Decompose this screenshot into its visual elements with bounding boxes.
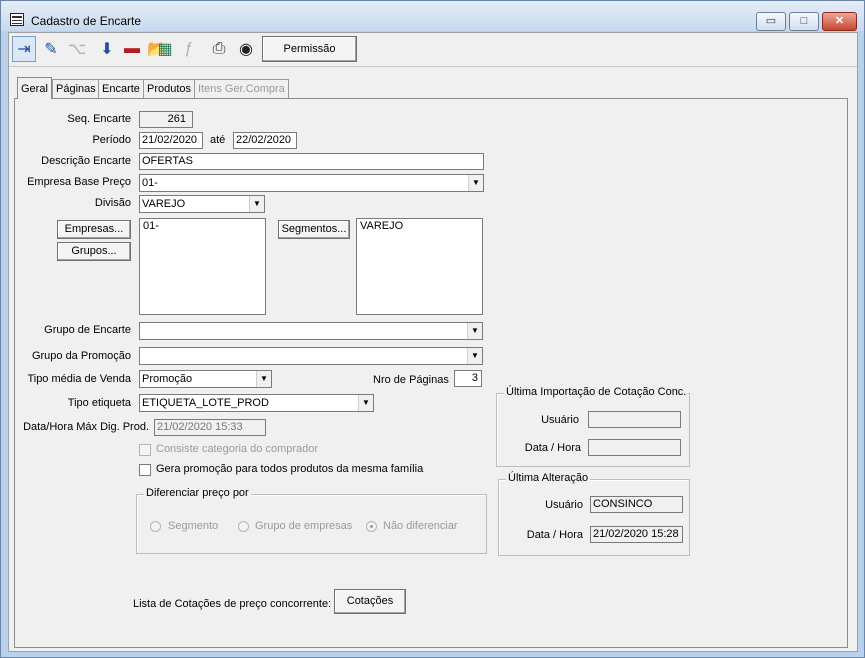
grupo-promocao-label: Grupo da Promoção <box>31 350 131 362</box>
tipo-etiqueta-select[interactable]: ETIQUETA_LOTE_PROD ▼ <box>139 394 374 412</box>
ate-label: até <box>210 134 226 146</box>
tab-itens-ger-compra[interactable]: Itens Ger.Compra <box>194 79 289 98</box>
print-icon[interactable]: ⎙ <box>207 36 231 62</box>
camera-icon[interactable]: ◉ <box>234 36 258 62</box>
consiste-label: Consiste categoria do comprador <box>156 443 319 455</box>
toolbar: ⇥ ✎ ⌥ ⬇ ▬ 📂 ▦ ƒ ⎙ ◉ Permissão <box>9 33 857 67</box>
empresas-button[interactable]: Empresas... <box>57 220 131 239</box>
fx-icon[interactable]: ƒ <box>177 36 201 62</box>
empresas-list[interactable]: 01- <box>139 218 266 315</box>
app-window: Cadastro de Encarte ▭ □ ✕ ⇥ ✎ ⌥ ⬇ ▬ 📂 ▦ … <box>0 0 865 658</box>
close-button[interactable]: ✕ <box>822 12 857 31</box>
segmentos-button[interactable]: Segmentos... <box>278 220 350 239</box>
datahora-max-label: Data/Hora Máx Dig. Prod. <box>23 421 149 433</box>
diferenciar-title: Diferenciar preço por <box>144 487 251 499</box>
radio-grupo-empresas-label: Grupo de empresas <box>255 520 353 532</box>
ultima-importacao-group: Última Importação de Cotação Conc. Usuár… <box>496 386 690 467</box>
exit-icon[interactable]: ⇥ <box>12 36 36 62</box>
geral-page: Seq. Encarte 261 Período 21/02/2020 até … <box>14 98 848 648</box>
empresa-select[interactable]: 01- ▼ <box>139 174 484 192</box>
divisao-label: Divisão <box>94 197 131 209</box>
grupo-promocao-select[interactable]: ▼ <box>139 347 483 365</box>
imp-usuario-field <box>588 411 681 428</box>
tipo-media-value: Promoção <box>142 373 193 385</box>
imp-datahora-field <box>588 439 681 456</box>
imp-usuario-label: Usuário <box>541 414 579 426</box>
radio-nao-diferenciar[interactable] <box>366 521 377 532</box>
chevron-down-icon[interactable]: ▼ <box>358 395 373 411</box>
tab-produtos[interactable]: Produtos <box>143 79 196 98</box>
alt-usuario-label: Usuário <box>545 499 583 511</box>
radio-nao-diferenciar-label: Não diferenciar <box>383 520 458 532</box>
gera-checkbox[interactable] <box>139 464 151 476</box>
alt-usuario-field: CONSINCO <box>590 496 683 513</box>
segmentos-list[interactable]: VAREJO <box>356 218 483 315</box>
nro-paginas-label: Nro de Páginas <box>373 374 449 386</box>
client-area: ⇥ ✎ ⌥ ⬇ ▬ 📂 ▦ ƒ ⎙ ◉ Permissão Geral Pági… <box>8 32 858 652</box>
consiste-checkbox[interactable] <box>139 444 151 456</box>
alt-datahora-field: 21/02/2020 15:28 <box>590 526 683 543</box>
periodo-from-field[interactable]: 21/02/2020 <box>139 132 203 149</box>
list-item[interactable]: 01- <box>143 220 262 232</box>
chevron-down-icon[interactable]: ▼ <box>249 196 264 212</box>
periodo-label: Período <box>92 134 131 146</box>
chevron-down-icon[interactable]: ▼ <box>467 348 482 364</box>
cotacoes-label: Lista de Cotações de preço concorrente: <box>133 598 332 610</box>
descricao-label: Descrição Encarte <box>41 155 131 167</box>
tab-paginas[interactable]: Páginas <box>52 79 100 98</box>
datahora-max-field: 21/02/2020 15:33 <box>154 419 266 436</box>
grupo-encarte-select[interactable]: ▼ <box>139 322 483 340</box>
nro-paginas-field[interactable]: 3 <box>454 370 482 387</box>
tipo-media-select[interactable]: Promoção ▼ <box>139 370 272 388</box>
import-icon[interactable]: ⬇ <box>95 36 119 62</box>
title-bar: Cadastro de Encarte ▭ □ ✕ <box>1 1 864 31</box>
periodo-to-field[interactable]: 22/02/2020 <box>233 132 297 149</box>
radio-segmento-label: Segmento <box>168 520 219 532</box>
delete-icon[interactable]: ▬ <box>120 36 144 62</box>
ultima-importacao-title: Última Importação de Cotação Conc. <box>504 386 689 398</box>
tab-geral[interactable]: Geral <box>17 77 52 99</box>
empresa-value: 01- <box>142 177 158 189</box>
tree-icon[interactable]: ⌥ <box>65 36 89 62</box>
alt-datahora-label: Data / Hora <box>526 529 583 541</box>
permissao-button[interactable]: Permissão <box>262 36 357 62</box>
grupos-button[interactable]: Grupos... <box>57 242 131 261</box>
empresa-label: Empresa Base Preço <box>27 176 131 188</box>
grupo-encarte-label: Grupo de Encarte <box>44 324 131 336</box>
minimize-button[interactable]: ▭ <box>756 12 786 31</box>
divisao-value: VAREJO <box>142 198 186 210</box>
tab-encarte[interactable]: Encarte <box>98 79 144 98</box>
chevron-down-icon[interactable]: ▼ <box>468 175 483 191</box>
diferenciar-group: Diferenciar preço por Segmento Grupo de … <box>136 487 487 554</box>
chevron-down-icon[interactable]: ▼ <box>467 323 482 339</box>
window-title: Cadastro de Encarte <box>31 14 142 28</box>
tipo-etiqueta-value: ETIQUETA_LOTE_PROD <box>142 397 269 409</box>
imp-datahora-label: Data / Hora <box>524 442 581 454</box>
eraser-icon[interactable]: ✎ <box>39 36 63 62</box>
divisao-select[interactable]: VAREJO ▼ <box>139 195 265 213</box>
grid-icon[interactable]: ▦ <box>153 36 177 62</box>
maximize-button[interactable]: □ <box>789 12 819 31</box>
ultima-alteracao-group: Última Alteração Usuário CONSINCO Data /… <box>498 472 690 556</box>
gera-label: Gera promoção para todos produtos da mes… <box>156 463 424 475</box>
cotacoes-button[interactable]: Cotações <box>334 589 406 614</box>
tipo-etiqueta-label: Tipo etiqueta <box>67 397 131 409</box>
descricao-field[interactable]: OFERTAS <box>139 153 484 170</box>
tipo-media-label: Tipo média de Venda <box>27 373 131 385</box>
list-item[interactable]: VAREJO <box>360 220 479 232</box>
radio-grupo-empresas[interactable] <box>238 521 249 532</box>
chevron-down-icon[interactable]: ▼ <box>256 371 271 387</box>
form-icon <box>10 13 24 26</box>
ultima-alteracao-title: Última Alteração <box>506 472 591 484</box>
seq-field: 261 <box>139 111 193 128</box>
radio-segmento[interactable] <box>150 521 161 532</box>
seq-label: Seq. Encarte <box>67 113 131 125</box>
